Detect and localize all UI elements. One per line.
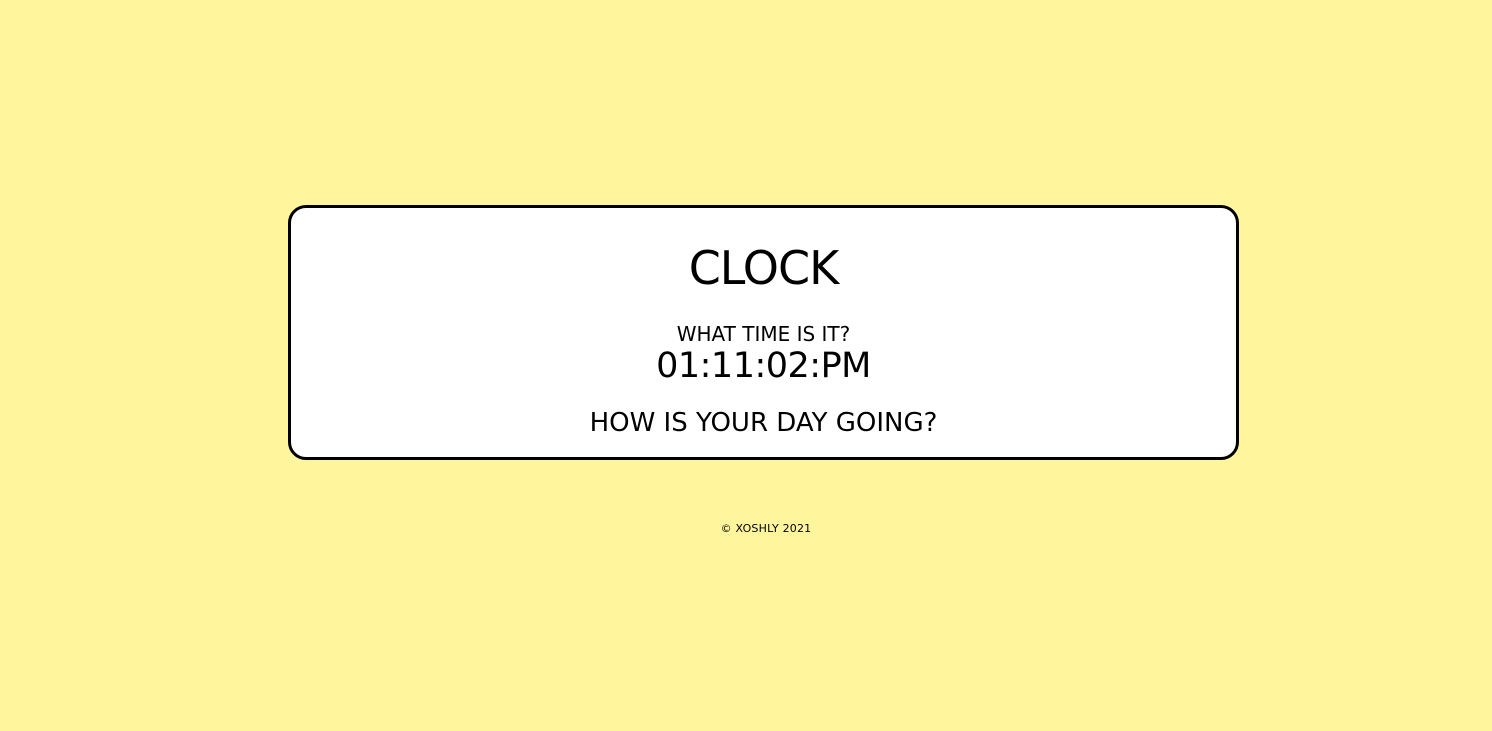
day-question: HOW IS YOUR DAY GOING? [589, 408, 938, 438]
clock-card: CLOCK WHAT TIME IS IT? 01:11:02:PM HOW I… [288, 205, 1239, 460]
clock-title: CLOCK [688, 241, 840, 295]
current-time: 01:11:02:PM [656, 346, 871, 386]
page: { "card": { "title": "CLOCK", "question"… [0, 0, 1492, 731]
footer-copyright: © XOSHLY 2021 [720, 522, 812, 535]
